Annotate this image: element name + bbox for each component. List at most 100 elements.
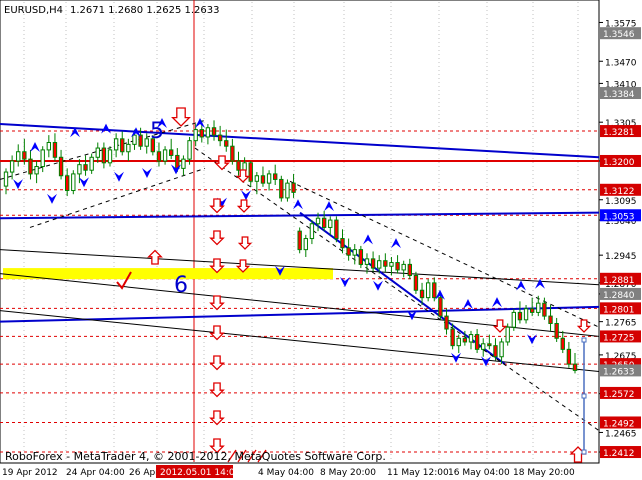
price-badge-label: 1.2492 [603, 419, 635, 429]
candle-body [181, 158, 186, 169]
candle-body [120, 138, 125, 153]
candle-body [529, 308, 535, 313]
candle-body [297, 230, 302, 251]
candle-body [315, 217, 321, 225]
candle-body [334, 219, 339, 240]
candle-body [242, 162, 247, 171]
candle-body [474, 334, 480, 350]
candle-body [46, 142, 52, 151]
candle-body [321, 217, 327, 228]
candle-body [444, 315, 449, 330]
candle-body [291, 182, 296, 193]
candle-body [370, 258, 376, 269]
candle-body [456, 337, 461, 347]
price-badge-label: 1.2840 [603, 291, 635, 301]
candle-body [126, 143, 131, 153]
candle-body [236, 160, 241, 171]
price-badge-label: 1.3546 [603, 30, 635, 40]
candle-body [548, 315, 553, 324]
candle-body [554, 322, 559, 339]
price-badge-label: 1.3384 [603, 90, 635, 100]
wave-label-6: 6 [174, 273, 188, 298]
candle-body [77, 164, 82, 175]
candle-body [71, 173, 76, 192]
candle-body [279, 178, 284, 199]
time-tick-label: 26 Apr [129, 468, 159, 478]
candle-body [22, 151, 27, 160]
price-tick-label: 1.3095 [605, 197, 637, 207]
candle-body [40, 149, 45, 168]
candle-body [273, 173, 278, 180]
price-badge-label: 1.3122 [603, 187, 635, 197]
candle-body [113, 138, 119, 151]
projection-node [581, 393, 587, 399]
candle-body [432, 282, 437, 299]
candle-body [52, 142, 58, 158]
candle-body [285, 182, 290, 199]
candle-body [481, 343, 486, 350]
candle-body [28, 158, 33, 175]
candle-body [487, 343, 492, 347]
time-tick-label: 16 May 04:00 [448, 468, 510, 478]
candle-body [536, 302, 541, 313]
price-badge-label: 1.2881 [603, 276, 635, 286]
candle-body [162, 149, 168, 162]
candle-body [132, 134, 137, 145]
candle-body [34, 166, 39, 175]
candle-body [89, 156, 94, 171]
target-zone-bar [3, 268, 333, 280]
candle-body [511, 311, 516, 328]
candle-body [517, 311, 523, 321]
candle-body [493, 345, 498, 358]
time-tick-label: 18 May 20:00 [513, 468, 575, 478]
candle-body [352, 249, 357, 256]
price-chart[interactable]: 1.35751.34701.34101.33051.32001.30951.30… [0, 0, 642, 480]
price-badge-label: 1.2801 [603, 305, 635, 315]
target-zone [3, 268, 333, 280]
candle-body [346, 247, 351, 256]
time-tick-label: 11 May 12:00 [387, 468, 449, 478]
price-badge-label: 1.2412 [603, 449, 635, 459]
candle-body [542, 302, 547, 317]
copyright-footer: RoboForex - MetaTrader 4, © 2001-2012, M… [5, 450, 386, 463]
candle-body [169, 149, 174, 156]
candle-body [413, 274, 419, 291]
candle-body [95, 147, 100, 158]
candle-body [395, 262, 400, 271]
candle-body [193, 129, 198, 142]
candle-body [199, 129, 204, 138]
candle-body [16, 151, 21, 162]
time-tick-label: 8 May 20:00 [320, 468, 376, 478]
candle-body [230, 145, 235, 162]
candle-body [217, 134, 223, 142]
price-badge-label: 1.3053 [603, 212, 635, 222]
candle-body [328, 219, 333, 228]
price-tick-label: 1.2765 [605, 319, 637, 329]
candle-body [419, 289, 425, 299]
candle-body [450, 328, 455, 347]
candle-body [107, 149, 113, 164]
candle-body [523, 308, 529, 321]
candle-body [303, 238, 308, 251]
candle-body [224, 140, 229, 147]
candle-body [462, 337, 468, 343]
price-badge-label: 1.2572 [603, 390, 635, 400]
candle-body [383, 260, 388, 267]
price-badge-label: 1.3281 [603, 128, 635, 138]
candle-body [572, 363, 578, 371]
projection-node [581, 337, 587, 343]
candle-body [389, 262, 394, 267]
candle-body [260, 175, 266, 184]
candle-body [156, 151, 162, 162]
candle-body [248, 162, 253, 182]
candle-body [407, 263, 412, 276]
time-tick-label: 4 May 04:00 [258, 468, 314, 478]
time-tick-label: 19 Apr 2012 [2, 468, 58, 478]
candle-body [560, 337, 565, 350]
symbol-label: EURUSD,H4 [4, 5, 63, 16]
price-badge-label: 1.2633 [603, 367, 635, 377]
candle-body [187, 140, 192, 160]
candle-body [499, 341, 504, 358]
price-tick-label: 1.2465 [605, 429, 637, 439]
candle-body [205, 127, 211, 138]
